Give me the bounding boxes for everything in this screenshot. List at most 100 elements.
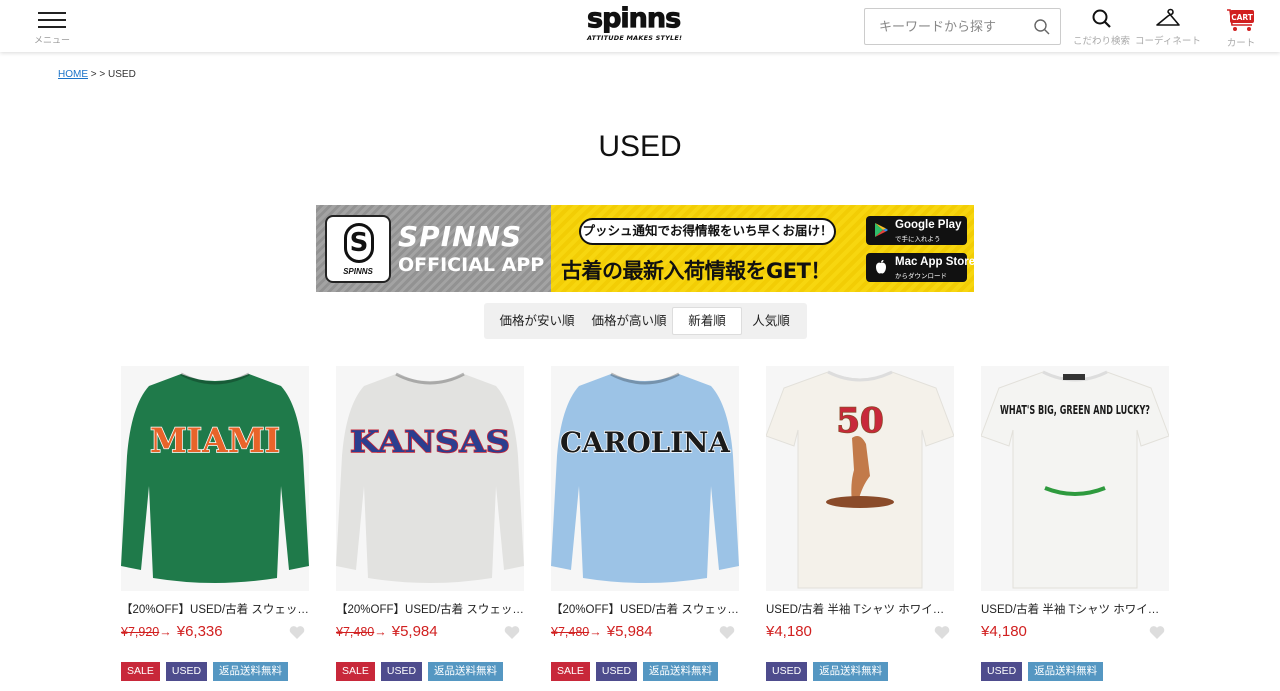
favorite-heart-icon[interactable] xyxy=(934,625,950,640)
coordinate-link[interactable]: コーディネート xyxy=(1135,8,1201,47)
product-image[interactable]: KANSAS xyxy=(336,366,524,591)
page-title: USED xyxy=(598,130,682,163)
product-garment-graphic: KANSAS xyxy=(336,372,524,583)
product-name[interactable]: 【20%OFF】USED/古着 スウェット… xyxy=(121,601,309,617)
favorite-heart-icon[interactable] xyxy=(289,625,305,640)
app-icon-name: SPINNS xyxy=(343,267,373,276)
search-box xyxy=(864,8,1061,45)
product-badges: SALE USED 返品送料無料 xyxy=(336,662,524,681)
sort-tab-price-desc[interactable]: 価格が高い順 xyxy=(586,307,672,335)
favorite-heart-icon[interactable] xyxy=(504,625,520,640)
product-prices: ¥7,480→ ¥5,984 xyxy=(551,623,739,643)
google-play-line1: Google Play xyxy=(895,219,962,231)
advanced-search-link[interactable]: こだわり検索 xyxy=(1073,8,1130,47)
product-name[interactable]: 【20%OFF】USED/古着 スウェット… xyxy=(551,601,739,617)
product-image[interactable]: MIAMI xyxy=(121,366,309,591)
product-name[interactable]: 【20%OFF】USED/古着 スウェット… xyxy=(336,601,524,617)
app-icon-letter: S xyxy=(344,223,374,263)
banner-brand-line1: SPINNS xyxy=(398,220,523,253)
sort-tab-price-asc[interactable]: 価格が安い順 xyxy=(488,307,586,335)
used-badge: USED xyxy=(766,662,808,681)
banner-brand-line2: OFFICIAL APP xyxy=(398,254,545,276)
product-price: ¥5,984 xyxy=(606,623,653,640)
product-card[interactable]: KANSAS 【20%OFF】USED/古着 スウェット… ¥7,480→ ¥5,98… xyxy=(336,366,524,681)
product-card[interactable]: CAROLINA 【20%OFF】USED/古着 スウェット… ¥7,480→ ¥5,… xyxy=(551,366,739,681)
free-return-shipping-badge: 返品送料無料 xyxy=(1028,662,1104,681)
product-grid: MIAMI 【20%OFF】USED/古着 スウェット… ¥7,920→ ¥6,336… xyxy=(121,366,1171,691)
product-prices: ¥7,480→ ¥5,984 xyxy=(336,623,524,643)
free-return-shipping-badge: 返品送料無料 xyxy=(428,662,504,681)
google-play-button[interactable]: Google Play で手に入れよう xyxy=(866,216,967,245)
product-image[interactable]: CAROLINA xyxy=(551,366,739,591)
logo-tagline: ATTITUDE MAKES STYLE! xyxy=(587,34,683,42)
cart-link[interactable]: CART カート xyxy=(1226,8,1256,49)
app-promo-banner[interactable]: S SPINNS SPINNS OFFICIAL APP プッシュ通知でお得情報… xyxy=(316,205,975,292)
site-header: メニュー spinns ATTITUDE MAKES STYLE! こだわり検索… xyxy=(0,0,1280,52)
hanger-icon xyxy=(1156,8,1180,26)
product-old-price: ¥7,480 xyxy=(336,625,375,639)
app-store-button[interactable]: Mac App Store からダウンロード xyxy=(866,253,975,282)
product-price: ¥6,336 xyxy=(176,623,223,640)
app-icon: S SPINNS xyxy=(325,215,391,283)
free-return-shipping-badge: 返品送料無料 xyxy=(213,662,289,681)
favorite-heart-icon[interactable] xyxy=(719,625,735,640)
product-print-text: CAROLINA xyxy=(560,426,731,459)
price-arrow: → xyxy=(159,625,172,639)
apple-icon xyxy=(876,260,886,274)
product-price: ¥5,984 xyxy=(391,623,438,640)
product-card[interactable]: 50 USED/古着 半袖 Tシャツ ホワイト… ¥4,180 USED 返品送料無料 xyxy=(766,366,954,681)
product-garment-graphic: CAROLINA xyxy=(551,372,739,583)
free-return-shipping-badge: 返品送料無料 xyxy=(643,662,719,681)
app-store-line2: からダウンロード xyxy=(895,273,947,280)
google-play-icon xyxy=(875,223,888,237)
banner-headline: 古着の最新入荷情報をGET！ xyxy=(561,259,831,283)
breadcrumb-home-link[interactable]: HOME xyxy=(58,69,88,80)
search-icon xyxy=(1092,9,1111,28)
product-card[interactable]: MIAMI 【20%OFF】USED/古着 スウェット… ¥7,920→ ¥6,336… xyxy=(121,366,309,681)
product-badges: SALE USED 返品送料無料 xyxy=(551,662,739,681)
product-print-text: MIAMI xyxy=(150,421,280,461)
menu-label: メニュー xyxy=(33,35,70,45)
google-play-line2: で手に入れよう xyxy=(895,236,941,243)
product-garment-graphic: MIAMI xyxy=(121,372,309,583)
product-name[interactable]: USED/古着 半袖 Tシャツ ホワイト… xyxy=(981,601,1169,617)
cart-label: カート xyxy=(1226,38,1256,49)
used-badge: USED xyxy=(981,662,1023,681)
product-prices: ¥4,180 xyxy=(981,623,1169,643)
favorite-heart-icon[interactable] xyxy=(1149,625,1165,640)
logo-word: spinns xyxy=(587,3,682,34)
product-garment-graphic: WHAT'S BIG, GREEN AND LUCKY? xyxy=(981,370,1169,589)
site-logo[interactable]: spinns ATTITUDE MAKES STYLE! xyxy=(587,3,683,47)
used-badge: USED xyxy=(165,662,208,681)
price-arrow: → xyxy=(374,625,387,639)
sort-tab-popular[interactable]: 人気順 xyxy=(742,307,800,335)
sale-badge: SALE xyxy=(551,662,590,681)
sale-badge: SALE xyxy=(121,662,160,681)
product-card[interactable]: WHAT'S BIG, GREEN AND LUCKY? USED/古着 半袖 T… xyxy=(981,366,1169,681)
banner-left-panel: S SPINNS SPINNS OFFICIAL APP xyxy=(316,205,551,292)
search-input[interactable] xyxy=(865,9,1025,44)
app-store-line1: Mac App Store xyxy=(895,256,976,268)
product-print-text: WHAT'S BIG, GREEN AND LUCKY? xyxy=(1000,403,1150,417)
product-image[interactable]: 50 xyxy=(766,366,954,591)
coordinate-label: コーディネート xyxy=(1135,36,1201,47)
menu-button[interactable]: メニュー xyxy=(30,8,74,48)
product-print-text: 50 xyxy=(836,401,883,441)
product-garment-graphic: 50 xyxy=(766,370,954,589)
sort-tabs: 価格が安い順 価格が高い順 新着順 人気順 xyxy=(484,303,807,339)
used-badge: USED xyxy=(595,662,638,681)
free-return-shipping-badge: 返品送料無料 xyxy=(813,662,889,681)
sort-tab-newest[interactable]: 新着順 xyxy=(672,307,742,335)
breadcrumb-current: USED xyxy=(108,69,136,80)
product-name[interactable]: USED/古着 半袖 Tシャツ ホワイト… xyxy=(766,601,954,617)
product-print-text: KANSAS xyxy=(350,425,510,460)
breadcrumb-separator: > > xyxy=(88,69,109,80)
product-price: ¥4,180 xyxy=(981,623,1027,640)
product-badges: USED 返品送料無料 xyxy=(981,662,1169,681)
price-arrow: → xyxy=(589,625,602,639)
search-icon[interactable] xyxy=(1033,18,1051,36)
product-image[interactable]: WHAT'S BIG, GREEN AND LUCKY? xyxy=(981,366,1169,591)
advanced-search-label: こだわり検索 xyxy=(1073,36,1131,47)
used-badge: USED xyxy=(380,662,423,681)
banner-right-panel: プッシュ通知でお得情報をいち早くお届け！ 古着の最新入荷情報をGET！ Goog… xyxy=(551,205,975,292)
